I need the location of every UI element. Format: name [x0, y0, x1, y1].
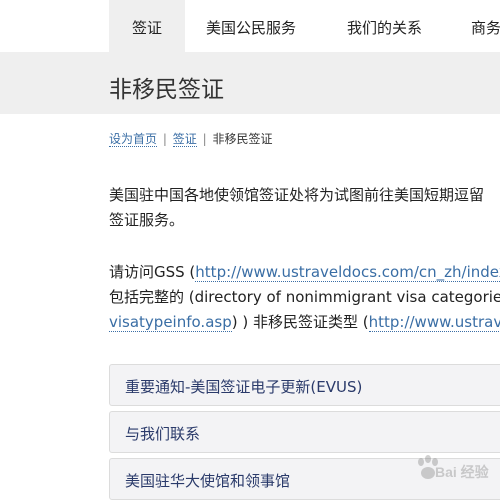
- watermark-text: Bai 经验: [435, 464, 489, 480]
- page-title: 非移民签证: [109, 77, 224, 103]
- gss-line-1-text: 请访问GSS (: [109, 263, 196, 281]
- accordion-label: 重要通知-美国签证电子更新(EVUS): [125, 378, 363, 396]
- ustraveldocs-link[interactable]: http://www.ustrave: [368, 313, 500, 332]
- tab-us-citizen-services[interactable]: 美国公民服务: [206, 0, 296, 52]
- tab-business[interactable]: 商务: [471, 0, 500, 52]
- top-navigation: 签证 美国公民服务 我们的关系 商务: [0, 0, 500, 52]
- tab-visa[interactable]: 签证: [109, 0, 185, 52]
- visatypeinfo-link[interactable]: visatypeinfo.asp: [109, 313, 232, 332]
- title-banner: [0, 52, 500, 114]
- breadcrumb-current: 非移民签证: [212, 132, 273, 146]
- intro-paragraph: 美国驻中国各地使领馆签证处将为试图前往美国短期逗留 签证服务。: [109, 183, 500, 233]
- breadcrumb: 设为首页 | 签证 | 非移民签证: [109, 130, 272, 147]
- accordion-evus-notice[interactable]: 重要通知-美国签证电子更新(EVUS): [109, 364, 500, 406]
- gss-line-1: 请访问GSS (http://www.ustraveldocs.com/cn_z…: [109, 260, 500, 285]
- accordion-label: 美国驻华大使馆和领事馆: [125, 472, 291, 490]
- gss-line-3: visatypeinfo.asp) ) 非移民签证类型 (http://www.…: [109, 310, 500, 335]
- accordion-contact-us[interactable]: 与我们联系: [109, 411, 500, 453]
- tab-our-relationship[interactable]: 我们的关系: [347, 0, 422, 52]
- gss-line-2: 包括完整的 (directory of nonimmigrant visa ca…: [109, 288, 500, 306]
- gss-paragraph: 请访问GSS (http://www.ustraveldocs.com/cn_z…: [109, 260, 500, 335]
- accordion-label: 与我们联系: [125, 425, 201, 443]
- breadcrumb-visa-link[interactable]: 签证: [172, 132, 197, 147]
- intro-line-1: 美国驻中国各地使领馆签证处将为试图前往美国短期逗留: [109, 186, 485, 204]
- baidu-watermark: Bai 经验: [395, 450, 495, 490]
- breadcrumb-separator: |: [202, 132, 207, 146]
- breadcrumb-home-link[interactable]: 设为首页: [109, 132, 158, 147]
- breadcrumb-separator: |: [162, 132, 167, 146]
- intro-line-2: 签证服务。: [109, 211, 185, 229]
- gss-index-link[interactable]: http://www.ustraveldocs.com/cn_zh/index: [195, 263, 500, 282]
- gss-line-3-text: ) ) 非移民签证类型 (: [231, 313, 369, 331]
